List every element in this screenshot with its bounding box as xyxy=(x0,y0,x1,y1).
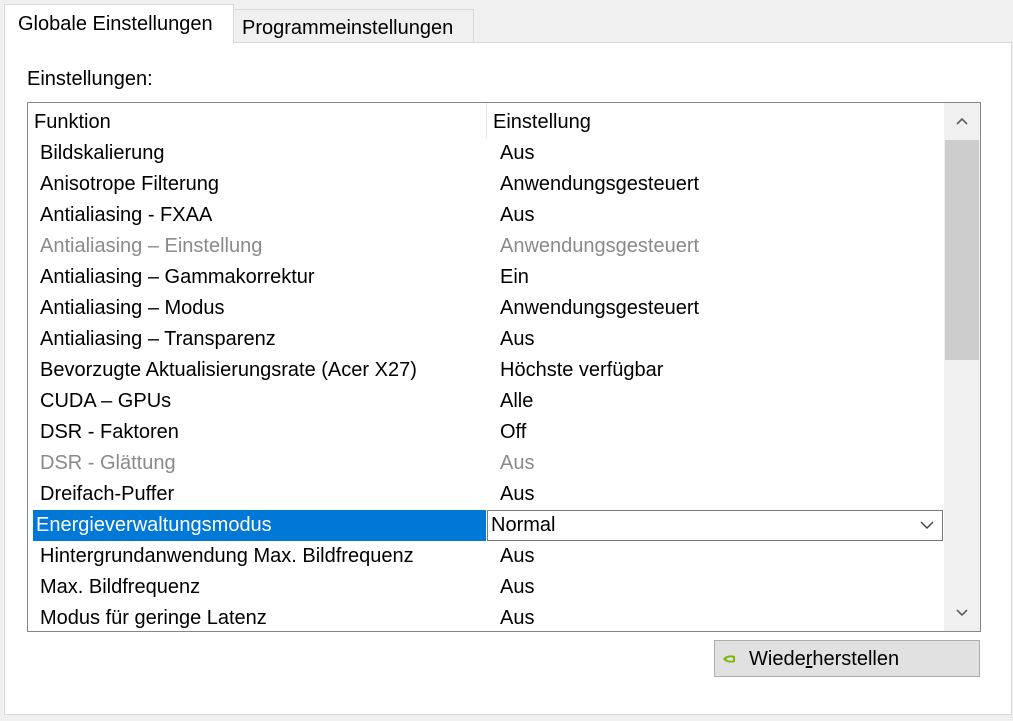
setting-cell: Aus xyxy=(500,204,535,226)
function-cell: Energieverwaltungsmodus xyxy=(36,514,272,536)
table-row[interactable]: Antialiasing – Gammakorrektur Ein xyxy=(28,262,944,293)
column-separator[interactable] xyxy=(486,103,487,138)
tab-label: Globale Einstellungen xyxy=(18,13,213,35)
chevron-down-icon xyxy=(920,521,934,529)
function-cell: Antialiasing – Modus xyxy=(40,297,225,319)
setting-cell: Ein xyxy=(500,266,529,288)
restore-button-label: Wiederherstellen xyxy=(749,648,900,670)
settings-label: Einstellungen: xyxy=(27,68,153,90)
setting-cell: Aus xyxy=(500,607,535,629)
setting-cell: Aus xyxy=(500,142,535,164)
table-row[interactable]: Bevorzugte Aktualisierungsrate (Acer X27… xyxy=(28,355,944,386)
setting-cell: Anwendungsgesteuert xyxy=(500,173,700,195)
setting-cell: Aus xyxy=(500,452,535,474)
function-cell: Bevorzugte Aktualisierungsrate (Acer X27… xyxy=(40,359,417,381)
function-cell: Max. Bildfrequenz xyxy=(40,576,201,598)
function-cell: Antialiasing – Einstellung xyxy=(40,235,263,257)
table-row[interactable]: Modus für geringe Latenz Aus xyxy=(28,603,944,631)
function-cell: Hintergrundanwendung Max. Bildfrequenz xyxy=(40,545,414,567)
setting-cell: Aus xyxy=(500,483,535,505)
function-cell: Modus für geringe Latenz xyxy=(40,607,267,629)
function-cell: DSR - Glättung xyxy=(40,452,176,474)
setting-cell: Aus xyxy=(500,545,535,567)
table-row[interactable]: Antialiasing – Einstellung Anwendungsgest… xyxy=(28,231,944,262)
nvidia-logo-icon xyxy=(723,655,735,663)
settings-list[interactable]: Funktion Einstellung Bildskalierung Aus An… xyxy=(27,102,981,632)
setting-cell: Aus xyxy=(500,576,535,598)
list-header: Funktion Einstellung xyxy=(28,103,944,139)
table-row[interactable]: Antialiasing - FXAA Aus xyxy=(28,200,944,231)
table-row[interactable]: CUDA – GPUs Alle xyxy=(28,386,944,417)
chevron-down-icon xyxy=(956,609,968,617)
setting-cell: Alle xyxy=(500,390,534,412)
scroll-down-button[interactable] xyxy=(944,595,980,631)
function-cell: Antialiasing - FXAA xyxy=(40,204,213,226)
tab-label: Programmeinstellungen xyxy=(242,17,454,39)
table-row[interactable]: Energieverwaltungsmodus Normal xyxy=(28,510,944,541)
table-row[interactable]: DSR - Faktoren Off xyxy=(28,417,944,448)
table-row[interactable]: Antialiasing – Modus Anwendungsgesteuert xyxy=(28,293,944,324)
table-row[interactable]: Hintergrundanwendung Max. Bildfrequenz Au… xyxy=(28,541,944,572)
column-header-setting[interactable]: Einstellung xyxy=(493,111,591,134)
function-cell: Bildskalierung xyxy=(40,142,165,164)
setting-cell: Aus xyxy=(500,328,535,350)
table-row[interactable]: DSR - Glättung Aus xyxy=(28,448,944,479)
setting-cell: Anwendungsgesteuert xyxy=(500,235,700,257)
table-row[interactable]: Bildskalierung Aus xyxy=(28,138,944,169)
function-cell: Dreifach-Puffer xyxy=(40,483,175,505)
restore-button[interactable]: Wiederherstellen xyxy=(714,640,980,677)
setting-cell: Anwendungsgesteuert xyxy=(500,297,700,319)
tab-global-settings[interactable]: Globale Einstellungen xyxy=(4,4,234,44)
tab-program-settings[interactable]: Programmeinstellungen xyxy=(234,9,474,43)
function-cell: Antialiasing – Transparenz xyxy=(40,328,276,350)
setting-dropdown[interactable]: Normal xyxy=(487,510,943,541)
setting-cell: Höchste verfügbar xyxy=(500,359,664,381)
function-cell: Anisotrope Filterung xyxy=(40,173,219,195)
scrollbar-thumb[interactable] xyxy=(945,140,979,360)
function-cell: DSR - Faktoren xyxy=(40,421,179,443)
table-row[interactable]: Anisotrope Filterung Anwendungsgesteuert xyxy=(28,169,944,200)
column-header-function[interactable]: Funktion xyxy=(34,111,111,134)
table-row[interactable]: Antialiasing – Transparenz Aus xyxy=(28,324,944,355)
setting-cell: Off xyxy=(500,421,527,443)
function-cell: CUDA – GPUs xyxy=(40,390,172,412)
table-row[interactable]: Dreifach-Puffer Aus xyxy=(28,479,944,510)
vertical-scrollbar[interactable] xyxy=(944,103,980,631)
chevron-up-icon xyxy=(956,117,968,125)
function-cell: Antialiasing – Gammakorrektur xyxy=(40,266,315,288)
table-row[interactable]: Max. Bildfrequenz Aus xyxy=(28,572,944,603)
scroll-up-button[interactable] xyxy=(944,103,980,139)
list-rows: Bildskalierung Aus Anisotrope Filterung Anw… xyxy=(28,138,944,631)
dropdown-value: Normal xyxy=(491,514,556,536)
